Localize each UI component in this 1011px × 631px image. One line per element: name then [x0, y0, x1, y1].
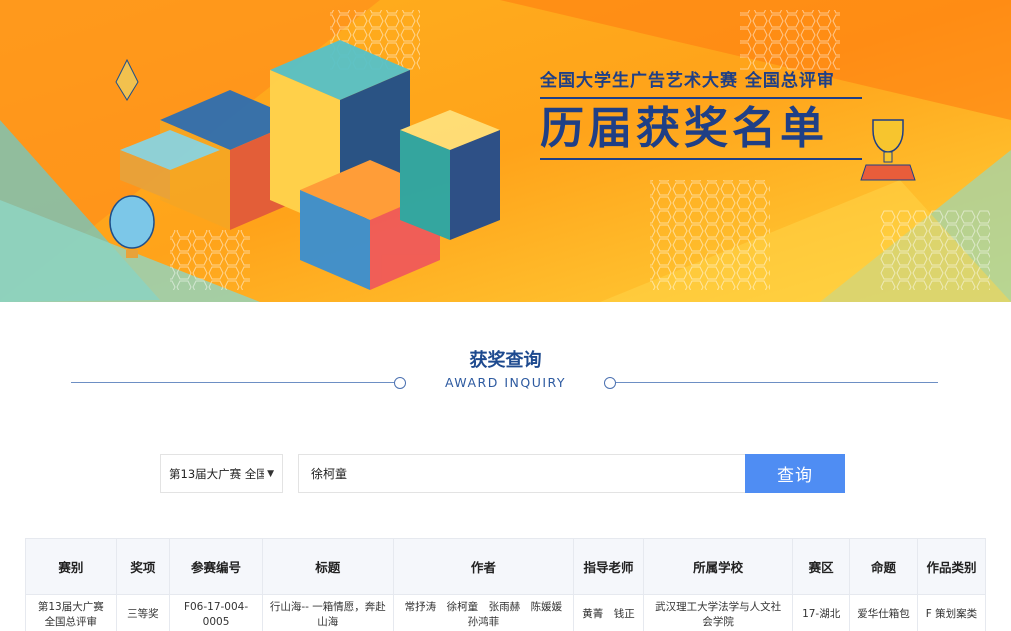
- header-region: 赛区: [792, 538, 850, 595]
- cell-region: 17-湖北: [792, 594, 850, 631]
- competition-select-value: 第13届大广赛 全国总评审: [169, 466, 264, 481]
- cell-topic: 爱华仕箱包: [848, 594, 918, 631]
- query-button[interactable]: 查询: [745, 454, 845, 493]
- table-row: 第13届大广赛 全国总评审 三等奖 F06-17-004-0005 行山海-- …: [25, 594, 987, 631]
- header-entry-number: 参赛编号: [169, 538, 263, 595]
- banner-subtitle: 全国大学生广告艺术大赛 全国总评审: [540, 71, 835, 91]
- cell-entry-number: F06-17-004-0005: [169, 594, 263, 631]
- cell-authors: 常抒涛 徐柯童 张雨赫 陈媛媛 孙鸿菲: [392, 594, 574, 631]
- section-title: 获奖查询: [469, 350, 542, 371]
- cell-school: 武汉理工大学法学与人文社会学院: [642, 594, 794, 631]
- header-topic: 命题: [848, 538, 918, 595]
- competition-select[interactable]: 第13届大广赛 全国总评审 ▼: [160, 454, 283, 493]
- cell-category: 第13届大广赛 全国总评审: [25, 594, 117, 631]
- cell-award: 三等奖: [115, 594, 171, 631]
- heading-circle-right: [604, 377, 616, 389]
- header-work-type: 作品类别: [916, 538, 987, 595]
- banner-text: 全国大学生广告艺术大赛 全国总评审 历届获奖名单: [540, 66, 880, 160]
- table-header-row: 赛别 奖项 参赛编号 标题 作者 指导老师 所属学校 赛区 命题 作品类别: [25, 538, 987, 595]
- header-authors: 作者: [392, 538, 574, 595]
- heading-rule-right: [616, 382, 938, 383]
- cell-work-type: F 策划案类: [916, 594, 987, 631]
- header-school: 所属学校: [642, 538, 794, 595]
- header-advisors: 指导老师: [572, 538, 644, 595]
- cell-advisors: 黄菁 钱正: [572, 594, 644, 631]
- results-table: 赛别 奖项 参赛编号 标题 作者 指导老师 所属学校 赛区 命题 作品类别 第1…: [25, 538, 987, 631]
- cell-title: 行山海-- 一箱情愿，奔赴山海: [261, 594, 394, 631]
- header-award: 奖项: [115, 538, 171, 595]
- banner-title: 历届获奖名单: [540, 103, 828, 154]
- banner-divider-bottom: [540, 157, 862, 160]
- hero-banner: 全国大学生广告艺术大赛 全国总评审 历届获奖名单: [0, 0, 1011, 302]
- header-category: 赛别: [25, 538, 117, 595]
- chevron-down-icon: ▼: [267, 468, 274, 479]
- header-title: 标题: [261, 538, 394, 595]
- search-input-value: 徐柯童: [311, 467, 348, 481]
- banner-divider: [540, 97, 862, 99]
- search-input[interactable]: 徐柯童: [298, 454, 746, 493]
